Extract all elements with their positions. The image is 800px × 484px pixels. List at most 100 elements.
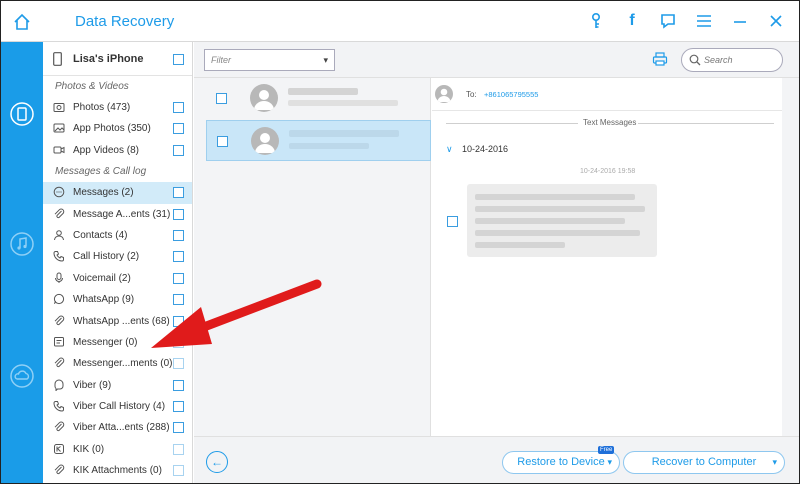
category-item[interactable]: App Videos (8) [43, 140, 192, 161]
category-checkbox[interactable] [173, 102, 184, 113]
action-bar: ← Restore to Device ▾ Free Recover to Co… [194, 436, 799, 483]
close-icon[interactable] [767, 11, 785, 31]
category-item[interactable]: Call History (2) [43, 246, 192, 267]
conversation-list [204, 78, 431, 436]
category-panel: Lisa's iPhone Photos & Videos Photos (47… [43, 42, 193, 483]
kik-icon [53, 443, 65, 455]
attachment-icon [53, 421, 65, 433]
filter-dropdown[interactable]: Filter ▾ [204, 49, 335, 71]
category-checkbox[interactable] [173, 272, 184, 284]
category-item[interactable]: Viber (9) [43, 375, 192, 396]
message-bubble [447, 184, 657, 257]
minimize-icon[interactable] [731, 11, 749, 31]
category-label: Messages (2) [73, 187, 134, 199]
category-checkbox[interactable] [173, 379, 184, 391]
category-item[interactable]: Message A...ents (31) [43, 204, 192, 225]
category-label: Photos (473) [73, 102, 131, 113]
category-label: Viber (9) [73, 379, 112, 391]
category-item[interactable]: App Photos (350) [43, 118, 192, 139]
chevron-down-icon: ▾ [607, 457, 612, 467]
category-label: KIK Attachments (0) [73, 465, 162, 477]
category-item[interactable]: Photos (473) [43, 97, 192, 118]
search-input[interactable]: Search [681, 48, 783, 72]
category-checkbox[interactable] [173, 229, 184, 241]
category-item[interactable]: Viber Atta...ents (288) [43, 417, 192, 438]
group-photos-videos: Photos & Videos [55, 81, 129, 92]
chevron-down-icon[interactable]: ∨ [446, 144, 453, 155]
category-item[interactable]: Viber Call History (4) [43, 396, 192, 417]
recover-icloud-icon[interactable] [8, 362, 36, 390]
category-label: Viber Call History (4) [73, 401, 166, 413]
app-title: Data Recovery [75, 13, 175, 30]
section-label: Text Messages [583, 118, 637, 127]
recipient-number: +861065795555 [484, 90, 539, 99]
date-group-label[interactable]: 10-24-2016 [462, 144, 508, 154]
category-checkbox[interactable] [173, 123, 184, 135]
category-label: App Photos (350) [73, 123, 151, 135]
mode-rail [1, 42, 43, 483]
home-button[interactable] [1, 1, 43, 42]
message-timestamp: 10-24-2016 19:58 [580, 168, 636, 175]
category-checkbox[interactable] [173, 294, 184, 306]
row-checkbox[interactable] [217, 136, 228, 147]
attachment-icon [53, 315, 65, 327]
recover-itunes-icon[interactable] [8, 230, 36, 258]
message-checkbox[interactable] [447, 216, 458, 227]
restore-to-device-button[interactable]: Restore to Device ▾ [502, 451, 620, 474]
category-label: Call History (2) [73, 251, 140, 263]
conversation-row[interactable] [206, 78, 431, 119]
attachment-icon [53, 357, 65, 369]
messenger-icon [53, 336, 65, 348]
category-item[interactable]: Contacts (4) [43, 225, 192, 246]
category-checkbox[interactable] [173, 315, 184, 327]
feedback-icon[interactable] [659, 11, 677, 31]
category-checkbox[interactable] [173, 358, 184, 370]
category-item[interactable]: Messages (2) [43, 182, 192, 204]
print-icon[interactable] [652, 51, 668, 72]
category-checkbox[interactable] [173, 336, 184, 348]
conversation-row-selected[interactable] [206, 120, 431, 161]
category-item[interactable]: WhatsApp (9) [43, 289, 192, 310]
category-item[interactable]: KIK (0) [43, 439, 192, 460]
recover-from-device-icon[interactable] [8, 100, 36, 128]
back-button[interactable]: ← [206, 451, 228, 473]
app-window: Data Recovery f Lisa's iPhone Photos & V… [0, 0, 800, 484]
avatar [250, 84, 278, 112]
title-bar: Data Recovery f [1, 1, 799, 42]
restore-label: Restore to Device [517, 456, 605, 468]
category-checkbox[interactable] [173, 422, 184, 434]
category-item[interactable]: Messenger (0) [43, 332, 192, 353]
recover-to-computer-button[interactable]: Recover to Computer ▾ [623, 451, 785, 474]
device-name: Lisa's iPhone [73, 53, 144, 65]
category-checkbox[interactable] [173, 251, 184, 263]
chevron-down-icon: ▾ [323, 55, 328, 65]
category-label: WhatsApp ...ents (68) [73, 315, 170, 327]
category-checkbox[interactable] [173, 401, 184, 413]
key-icon[interactable] [587, 11, 605, 31]
category-label: WhatsApp (9) [73, 294, 135, 306]
category-checkbox[interactable] [173, 187, 184, 199]
video-icon [53, 144, 65, 156]
row-checkbox[interactable] [216, 93, 227, 104]
category-item[interactable]: KIK Attachments (0) [43, 460, 192, 481]
category-item[interactable]: WhatsApp ...ents (68) [43, 311, 192, 332]
filter-placeholder: Filter [211, 55, 231, 65]
category-checkbox[interactable] [173, 465, 184, 477]
menu-icon[interactable] [695, 11, 713, 31]
facebook-icon[interactable]: f [623, 11, 641, 31]
device-row[interactable]: Lisa's iPhone [43, 42, 192, 76]
free-badge: Free [598, 446, 615, 454]
category-checkbox[interactable] [173, 443, 184, 455]
category-checkbox[interactable] [173, 144, 184, 156]
message-detail: To: +861065795555 Text Messages ∨ 10-24-… [432, 78, 782, 436]
photo-icon [53, 101, 65, 113]
category-item[interactable]: Voicemail (2) [43, 268, 192, 289]
category-item[interactable]: Messenger...ments (0) [43, 353, 192, 374]
category-checkbox[interactable] [173, 208, 184, 220]
device-checkbox[interactable] [173, 54, 184, 65]
avatar [435, 85, 453, 103]
category-label: Messenger...ments (0) [73, 358, 173, 370]
mic-icon [53, 272, 65, 284]
app-photo-icon [53, 122, 65, 134]
attachment-icon [53, 464, 65, 476]
